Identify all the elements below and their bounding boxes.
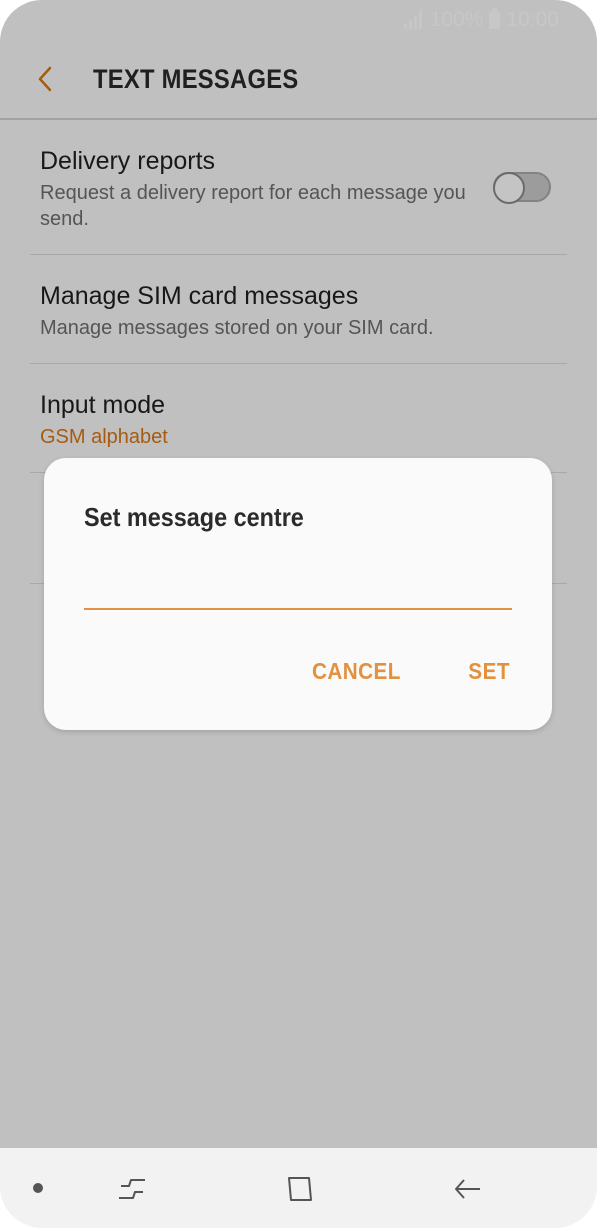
dialog-actions: CANCEL SET xyxy=(307,658,512,685)
home-icon[interactable] xyxy=(285,1174,315,1204)
nav-dot-indicator[interactable] xyxy=(33,1183,43,1193)
navigation-bar xyxy=(0,1148,597,1228)
set-button[interactable]: SET xyxy=(468,658,510,685)
phone-screen: 100% 10:00 TEXT MESSAGES Delivery report… xyxy=(0,0,597,1228)
recent-apps-icon[interactable] xyxy=(117,1174,147,1204)
set-message-centre-dialog: Set message centre CANCEL SET xyxy=(44,458,552,730)
cancel-button[interactable]: CANCEL xyxy=(312,658,401,685)
dialog-title: Set message centre xyxy=(84,502,304,532)
message-centre-input[interactable] xyxy=(84,562,512,610)
back-icon[interactable] xyxy=(452,1174,482,1204)
